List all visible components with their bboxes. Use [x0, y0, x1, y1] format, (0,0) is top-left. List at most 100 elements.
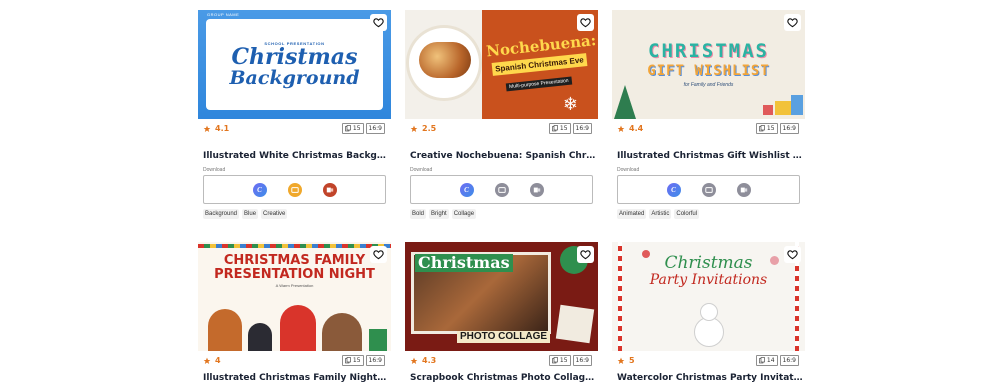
star-icon: [410, 357, 418, 364]
thumbnail-artwork: Christmas PHOTO COLLAGE: [405, 242, 598, 351]
template-card[interactable]: Christmas Party Invitations 5 14 16:9 Wa…: [612, 242, 805, 382]
aspect-ratio-badge: 16:9: [779, 355, 799, 366]
thumbnail-line1: Christmas: [415, 254, 513, 272]
favorite-button[interactable]: [577, 246, 594, 263]
candy-cane-border: [618, 242, 622, 351]
favorite-button[interactable]: [784, 14, 801, 31]
favorite-button[interactable]: [370, 14, 387, 31]
star-icon: [203, 357, 211, 364]
powerpoint-icon: [740, 187, 747, 192]
tag[interactable]: Bold: [410, 209, 427, 219]
template-thumbnail[interactable]: Nochebuena: Spanish Christmas Eve Multi-…: [405, 10, 598, 119]
powerpoint-download-button[interactable]: [322, 182, 337, 197]
copy-pages-icon: [552, 357, 558, 364]
ornament-decoration: [642, 250, 650, 258]
favorite-button[interactable]: [577, 14, 594, 31]
thumbnail-group-name: GROUP NAME: [207, 12, 240, 17]
thumbnail-line2: Party Invitations: [649, 272, 768, 288]
tag[interactable]: Artistic: [649, 209, 672, 219]
download-options: C: [617, 175, 800, 204]
slide-count: 15: [559, 357, 568, 364]
template-title[interactable]: Illustrated White Christmas Background P…: [203, 151, 389, 161]
template-thumbnail[interactable]: GROUP NAME SCHOOL PRESENTATION Christmas…: [198, 10, 391, 119]
tag[interactable]: Bright: [429, 209, 449, 219]
slide-count: 15: [352, 125, 361, 132]
template-title[interactable]: Illustrated Christmas Family Night Slide…: [203, 373, 389, 382]
template-title[interactable]: Illustrated Christmas Gift Wishlist Pres…: [617, 151, 803, 161]
slide-badges: 15 16:9: [755, 123, 799, 134]
template-title[interactable]: Creative Nochebuena: Spanish Christmas E…: [410, 151, 596, 161]
slide-count-badge: 15: [548, 123, 571, 134]
heart-outline-icon: [373, 250, 384, 260]
thumbnail-kicker: for Family and Friends: [683, 82, 734, 88]
slide-badges: 15 16:9: [548, 355, 592, 366]
template-thumbnail[interactable]: Christmas PHOTO COLLAGE: [405, 242, 598, 351]
slide-count: 14: [766, 357, 775, 364]
tag[interactable]: Blue: [242, 209, 259, 219]
copy-pages-icon: [759, 357, 765, 364]
tag[interactable]: Colorful: [674, 209, 700, 219]
thumbnail-artwork: Christmas Party Invitations: [612, 242, 805, 351]
card-meta: 4 15 16:9: [198, 351, 391, 373]
ornament-decoration: [770, 256, 779, 265]
copy-pages-icon: [345, 125, 351, 132]
snowman-illustration: [694, 317, 724, 347]
star-icon: [617, 125, 625, 132]
tag[interactable]: Animated: [617, 209, 647, 219]
rating-value: 4.3: [422, 356, 437, 365]
template-card[interactable]: Christmas PHOTO COLLAGE 4.3 15 16:9 Scra…: [405, 242, 598, 382]
rating: 4: [203, 356, 221, 365]
favorite-button[interactable]: [784, 246, 801, 263]
tag[interactable]: Background: [203, 209, 240, 219]
tag[interactable]: Collage: [451, 209, 477, 219]
tag-list: Bold Bright Collage: [410, 209, 477, 219]
template-card[interactable]: Nochebuena: Spanish Christmas Eve Multi-…: [405, 10, 598, 219]
gift-box-illustration: [763, 105, 773, 115]
template-title[interactable]: Watercolor Christmas Party Invitations: [617, 373, 803, 382]
thumbnail-line2: Background: [229, 67, 360, 89]
aspect-ratio-badge: 16:9: [365, 355, 385, 366]
heart-outline-icon: [580, 250, 591, 260]
tag-list: Background Blue Creative: [203, 209, 288, 219]
slide-count: 15: [352, 357, 361, 364]
favorite-button[interactable]: [370, 246, 387, 263]
heart-outline-icon: [787, 250, 798, 260]
canva-download-button[interactable]: C: [459, 182, 474, 197]
download-label: Download: [203, 167, 226, 173]
template-thumbnail[interactable]: Christmas Party Invitations: [612, 242, 805, 351]
roast-illustration: [419, 42, 471, 78]
character-illustration: [280, 305, 316, 351]
tag[interactable]: Creative: [261, 209, 288, 219]
heart-outline-icon: [787, 18, 798, 28]
template-card[interactable]: CHRISTMAS FAMILY PRESENTATION NIGHT A Wa…: [198, 242, 391, 382]
download-label: Download: [410, 167, 433, 173]
rating-value: 4.1: [215, 124, 230, 133]
snowflake-icon: ❄: [562, 94, 578, 114]
template-card[interactable]: GROUP NAME SCHOOL PRESENTATION Christmas…: [198, 10, 391, 219]
rating: 4.1: [203, 124, 229, 133]
rating-value: 2.5: [422, 124, 437, 133]
google-slides-download-button[interactable]: [494, 182, 509, 197]
powerpoint-download-button[interactable]: [736, 182, 751, 197]
rating: 4.3: [410, 356, 436, 365]
template-thumbnail[interactable]: CHRISTMAS FAMILY PRESENTATION NIGHT A Wa…: [198, 242, 391, 351]
google-slides-download-button[interactable]: [701, 182, 716, 197]
canva-download-button[interactable]: C: [252, 182, 267, 197]
thumbnail-artwork: Nochebuena: Spanish Christmas Eve Multi-…: [405, 10, 598, 119]
template-card[interactable]: CHRISTMAS GIFT WISHLIST for Family and F…: [612, 10, 805, 219]
aspect-ratio-badge: 16:9: [365, 123, 385, 134]
card-meta: 2.5 15 16:9: [405, 119, 598, 141]
gift-box-illustration: [775, 101, 791, 115]
snowman-head-illustration: [700, 303, 718, 321]
canva-icon: C: [671, 185, 676, 194]
powerpoint-download-button[interactable]: [529, 182, 544, 197]
gift-box-illustration: [369, 329, 387, 351]
google-slides-download-button[interactable]: [287, 182, 302, 197]
string-lights-decoration: [198, 244, 391, 248]
rating: 2.5: [410, 124, 436, 133]
rating: 4.4: [617, 124, 643, 133]
template-thumbnail[interactable]: CHRISTMAS GIFT WISHLIST for Family and F…: [612, 10, 805, 119]
rating-value: 4.4: [629, 124, 644, 133]
canva-download-button[interactable]: C: [666, 182, 681, 197]
template-title[interactable]: Scrapbook Christmas Photo Collage Slides: [410, 373, 596, 382]
